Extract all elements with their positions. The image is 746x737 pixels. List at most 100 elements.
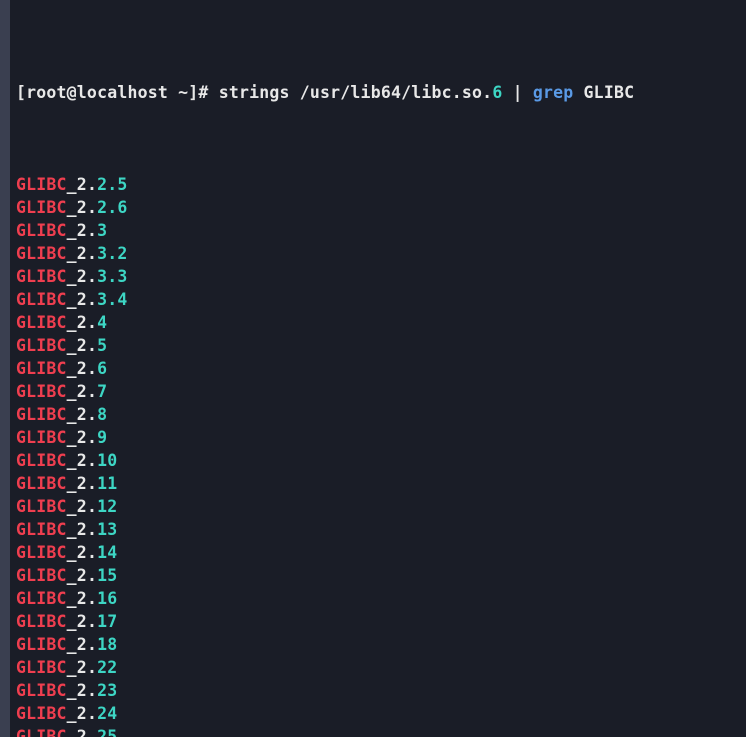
version-sep: _2. [67,313,97,332]
version-sep: _2. [67,474,97,493]
output-line: GLIBC_2.2.6 [16,196,746,219]
version-number: 6 [97,359,107,378]
version-sep: _2. [67,175,97,194]
version-number: 11 [97,474,117,493]
prompt-line: [root@localhost ~]# strings /usr/lib64/l… [16,81,746,104]
version-sep: _2. [67,359,97,378]
glibc-match: GLIBC [16,727,67,737]
glibc-match: GLIBC [16,658,67,677]
glibc-match: GLIBC [16,681,67,700]
glibc-match: GLIBC [16,244,67,263]
glibc-match: GLIBC [16,474,67,493]
version-sep: _2. [67,589,97,608]
arg-path: /usr/lib64/libc.so. [290,83,493,102]
output-line: GLIBC_2.16 [16,587,746,610]
version-sep: _2. [67,543,97,562]
glibc-match: GLIBC [16,221,67,240]
output-line: GLIBC_2.4 [16,311,746,334]
version-sep: _2. [67,520,97,539]
version-sep: _2. [67,267,97,286]
glibc-match: GLIBC [16,451,67,470]
output-line: GLIBC_2.3.4 [16,288,746,311]
output-line: GLIBC_2.3.3 [16,265,746,288]
version-sep: _2. [67,704,97,723]
version-number: 3.3 [97,267,127,286]
output-line: GLIBC_2.3.2 [16,242,746,265]
glibc-match: GLIBC [16,612,67,631]
output-line: GLIBC_2.3 [16,219,746,242]
version-sep: _2. [67,727,97,737]
version-sep: _2. [67,336,97,355]
version-number: 2.5 [97,175,127,194]
version-sep: _2. [67,658,97,677]
output-line: GLIBC_2.12 [16,495,746,518]
output-line: GLIBC_2.22 [16,656,746,679]
version-number: 12 [97,497,117,516]
glibc-match: GLIBC [16,704,67,723]
glibc-match: GLIBC [16,336,67,355]
glibc-match: GLIBC [16,589,67,608]
version-sep: _2. [67,635,97,654]
glibc-match: GLIBC [16,198,67,217]
glibc-match: GLIBC [16,382,67,401]
command-name: strings [219,83,290,102]
output-line: GLIBC_2.14 [16,541,746,564]
glibc-match: GLIBC [16,566,67,585]
output-line: GLIBC_2.6 [16,357,746,380]
version-number: 16 [97,589,117,608]
version-number: 23 [97,681,117,700]
pipe-symbol: | [502,83,532,102]
glibc-match: GLIBC [16,267,67,286]
arg-path-num: 6 [492,83,502,102]
glibc-match: GLIBC [16,175,67,194]
version-number: 25 [97,727,117,737]
output-line: GLIBC_2.10 [16,449,746,472]
grep-pattern: GLIBC [584,83,635,102]
version-number: 8 [97,405,107,424]
output-line: GLIBC_2.23 [16,679,746,702]
output-line: GLIBC_2.25 [16,725,746,737]
glibc-match: GLIBC [16,520,67,539]
version-sep: _2. [67,382,97,401]
scroll-gutter [0,0,10,737]
version-number: 17 [97,612,117,631]
output-line: GLIBC_2.17 [16,610,746,633]
glibc-match: GLIBC [16,405,67,424]
version-sep: _2. [67,198,97,217]
output-line: GLIBC_2.8 [16,403,746,426]
glibc-match: GLIBC [16,428,67,447]
glibc-match: GLIBC [16,290,67,309]
version-number: 18 [97,635,117,654]
version-sep: _2. [67,405,97,424]
version-sep: _2. [67,497,97,516]
glibc-match: GLIBC [16,313,67,332]
version-sep: _2. [67,428,97,447]
version-number: 9 [97,428,107,447]
output-line: GLIBC_2.9 [16,426,746,449]
version-number: 7 [97,382,107,401]
version-number: 15 [97,566,117,585]
terminal-output[interactable]: [root@localhost ~]# strings /usr/lib64/l… [16,6,746,737]
version-number: 3.4 [97,290,127,309]
shell-prompt: [root@localhost ~]# [16,83,219,102]
terminal-window[interactable]: [root@localhost ~]# strings /usr/lib64/l… [0,0,746,737]
version-sep: _2. [67,221,97,240]
version-number: 2.6 [97,198,127,217]
glibc-match: GLIBC [16,497,67,516]
version-number: 3.2 [97,244,127,263]
glibc-match: GLIBC [16,359,67,378]
version-sep: _2. [67,681,97,700]
version-number: 5 [97,336,107,355]
version-sep: _2. [67,244,97,263]
version-number: 10 [97,451,117,470]
output-line: GLIBC_2.7 [16,380,746,403]
version-number: 24 [97,704,117,723]
version-sep: _2. [67,612,97,631]
output-line: GLIBC_2.24 [16,702,746,725]
version-number: 3 [97,221,107,240]
output-line: GLIBC_2.18 [16,633,746,656]
version-sep: _2. [67,451,97,470]
output-line: GLIBC_2.13 [16,518,746,541]
output-line: GLIBC_2.15 [16,564,746,587]
version-sep: _2. [67,290,97,309]
